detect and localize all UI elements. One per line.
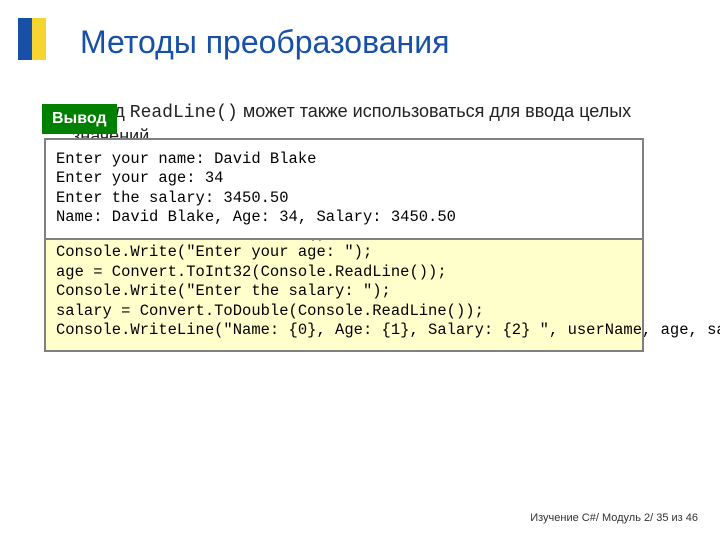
output-block: Enter your name: David Blake Enter your … bbox=[44, 138, 644, 240]
corner-flag-icon bbox=[18, 18, 46, 60]
slide: Методы преобразования Метод ReadLine() м… bbox=[0, 0, 720, 540]
output-badge: Вывод bbox=[42, 104, 117, 134]
slide-title: Методы преобразования bbox=[80, 24, 449, 61]
flag-blue bbox=[18, 18, 32, 60]
flag-yellow bbox=[32, 18, 46, 60]
body-method: ReadLine() bbox=[130, 103, 238, 123]
footer-page-indicator: Изучение C#/ Модуль 2/ 35 из 46 bbox=[530, 512, 698, 524]
